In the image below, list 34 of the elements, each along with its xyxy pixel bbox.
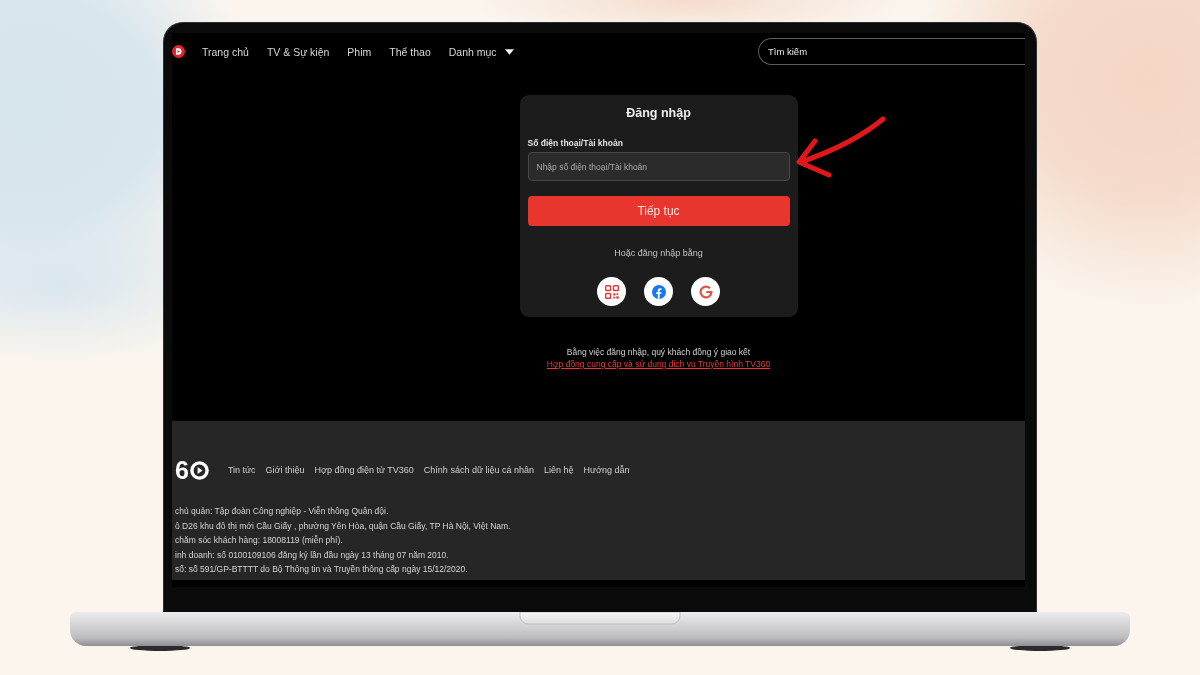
- account-input-field[interactable]: Nhập số điện thoại/Tài khoản: [527, 152, 790, 181]
- search-field[interactable]: Tìm kiếm: [758, 38, 1025, 65]
- footer-info-text: chủ quản: Tập đoàn Công nghiệp - Viễn thông Quân đội.: [175, 505, 389, 518]
- nav-link[interactable]: Phim: [347, 44, 372, 59]
- field-label: Số điện thoại/Tài khoản: [527, 137, 623, 149]
- continue-button[interactable]: Tiếp tục: [527, 196, 790, 226]
- alternative-login-text: Hoặc đăng nhập bằng: [614, 247, 703, 259]
- footer-info-text: số: số 591/GP-BTTTT do Bộ Thông tin và Truyền thông cấp ngày 15/12/2020.: [175, 563, 468, 576]
- nav-link[interactable]: TV & Sự kiện: [266, 44, 330, 59]
- contract-link[interactable]: Hợp đồng cung cấp và sử dụng dịch vụ Truyền hình TV360: [546, 359, 771, 369]
- facebook-icon: [651, 284, 666, 299]
- logo-text: 6: [175, 459, 189, 481]
- logo-icon[interactable]: [172, 45, 185, 58]
- footer-info-text: inh doanh: số 0100109106 đăng ký lần đầu ngày 13 tháng 07 năm 2010.: [175, 548, 449, 562]
- qr-code-icon: [604, 284, 619, 299]
- caret-icon: [504, 48, 514, 55]
- play-ring-icon: [189, 460, 209, 480]
- footer-link[interactable]: Liên hệ: [543, 464, 574, 476]
- footer-link[interactable]: Giới thiệu: [265, 464, 305, 476]
- qr-login-button[interactable]: [597, 277, 626, 306]
- google-icon: [698, 284, 713, 299]
- footer-link[interactable]: Hướng dẫn: [583, 464, 630, 476]
- facebook-login-button[interactable]: [644, 277, 673, 306]
- terms-text: Bằng việc đăng nhập, quý khách đồng ý giao kết Hợp đồng cung cấp và sử dụng dịch vụ Truyền hình TV360: [545, 346, 772, 370]
- footer-info-text: chăm sóc khách hàng: 18008119 (miễn phí).: [175, 534, 343, 547]
- footer-link[interactable]: Hợp đồng điện tử TV360: [314, 464, 414, 476]
- footer-link[interactable]: Tin tức: [227, 464, 256, 476]
- google-login-button[interactable]: [691, 277, 720, 306]
- nav-link[interactable]: Thể thao: [389, 44, 431, 59]
- nav-menu[interactable]: Danh mục: [448, 44, 514, 59]
- footer-link[interactable]: Chính sách dữ liệu cá nhân: [423, 464, 534, 476]
- nav-link[interactable]: Trang chủ: [202, 44, 249, 59]
- footer-info-text: ô D26 khu đô thị mới Cầu Giấy , phường Yên Hòa, quận Cầu Giấy, TP Hà Nội, Việt Nam.: [175, 519, 511, 533]
- login-title: Đăng nhập: [626, 105, 691, 122]
